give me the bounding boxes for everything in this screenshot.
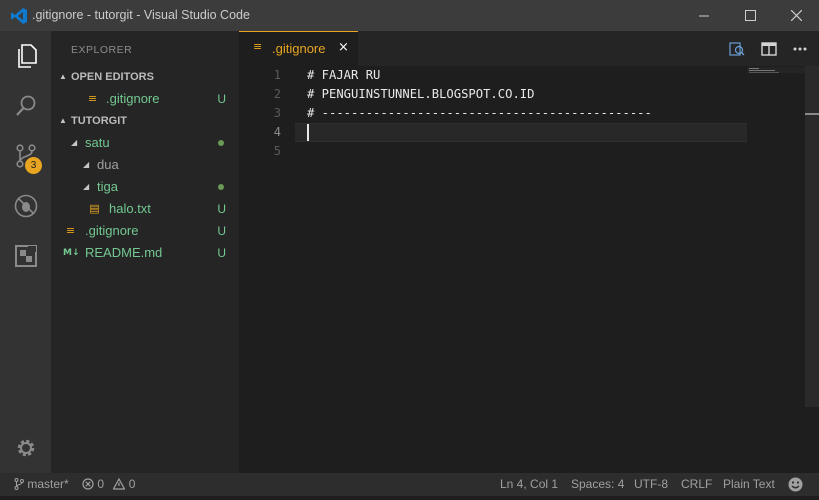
source-control-badge: 3 xyxy=(25,157,42,174)
line-number: 1 xyxy=(273,68,281,82)
tree-item-readme[interactable]: M↓ README.md U xyxy=(51,242,239,264)
search-icon xyxy=(15,95,35,116)
chevron-down-icon: ◢ xyxy=(83,160,90,169)
line-number: 2 xyxy=(273,87,281,101)
scrollbar-cursor-marker xyxy=(805,113,819,115)
debug-icon xyxy=(14,194,37,218)
git-branch-icon xyxy=(14,478,24,490)
gitignore-file-icon: ≡ xyxy=(253,40,263,53)
open-editors-section-header[interactable]: ▲ OPEN EDITORS xyxy=(51,66,239,88)
minimize-icon xyxy=(699,15,709,16)
line-number: 4 xyxy=(273,125,281,139)
tab-close-button[interactable]: × xyxy=(338,40,349,55)
line-number: 5 xyxy=(273,144,281,158)
line-number: 3 xyxy=(273,106,281,120)
chevron-down-icon: ▲ xyxy=(59,72,67,81)
activity-search[interactable] xyxy=(0,81,51,131)
indentation[interactable]: Spaces: 4 xyxy=(571,473,624,496)
settings-gear-icon xyxy=(17,439,34,457)
vscode-window: .gitignore - tutorgit - Visual Studio Co… xyxy=(0,0,819,496)
extensions-icon xyxy=(14,245,37,267)
maximize-button[interactable] xyxy=(727,0,773,31)
split-editor-button[interactable] xyxy=(758,40,780,58)
gitignore-file-icon: ≡ xyxy=(65,224,76,237)
activity-explorer[interactable] xyxy=(0,31,51,81)
activity-settings[interactable] xyxy=(0,423,51,473)
minimize-button[interactable] xyxy=(681,0,727,31)
gitignore-file-icon: ≡ xyxy=(87,92,98,105)
language-mode[interactable]: Plain Text xyxy=(723,473,775,496)
open-changes-button[interactable] xyxy=(726,40,748,58)
sidebar-title: EXPLORER xyxy=(71,44,133,56)
status-bar: master* 0 0 Ln 4, Col 1 Spaces: 4 UTF-8 … xyxy=(0,473,819,496)
minimap[interactable] xyxy=(747,67,805,73)
tree-item-halo[interactable]: ▤ halo.txt U xyxy=(51,198,239,220)
encoding[interactable]: UTF-8 xyxy=(634,473,668,496)
vscode-logo-icon xyxy=(11,8,27,24)
tree-item-gitignore[interactable]: ≡ .gitignore U xyxy=(51,220,239,242)
close-icon xyxy=(790,10,802,21)
code-line: # --------------------------------------… xyxy=(307,106,652,120)
tree-item-satu[interactable]: ◢ satu xyxy=(51,132,239,154)
text-file-icon: ▤ xyxy=(89,202,100,215)
activity-debug[interactable] xyxy=(0,181,51,231)
tree-item-dua[interactable]: ◢ dua xyxy=(51,154,239,176)
tree-item-label: satu xyxy=(85,135,110,150)
untracked-status: U xyxy=(217,246,226,260)
tab-gitignore[interactable]: ≡ .gitignore × xyxy=(239,31,358,66)
vertical-scrollbar[interactable] xyxy=(805,66,819,407)
title-bar: .gitignore - tutorgit - Visual Studio Co… xyxy=(0,0,819,31)
feedback-button[interactable] xyxy=(788,477,803,493)
branch-indicator[interactable]: master* xyxy=(14,473,69,496)
explorer-sidebar: EXPLORER ▲ OPEN EDITORS ≡ .gitignore U ▲… xyxy=(51,31,239,473)
files-icon xyxy=(17,44,37,68)
text-cursor xyxy=(307,124,309,141)
smiley-feedback-icon xyxy=(788,477,803,492)
chevron-down-icon: ◢ xyxy=(83,182,90,191)
open-editors-label: OPEN EDITORS xyxy=(71,71,154,83)
activity-extensions[interactable] xyxy=(0,231,51,281)
tree-item-label: README.md xyxy=(85,245,163,260)
modified-dot xyxy=(218,184,224,190)
untracked-status: U xyxy=(217,92,226,106)
markdown-file-icon: M↓ xyxy=(63,248,80,258)
end-of-line[interactable]: CRLF xyxy=(681,473,712,496)
tree-item-label: .gitignore xyxy=(85,223,139,238)
cursor-position[interactable]: Ln 4, Col 1 xyxy=(500,473,558,496)
chevron-down-icon: ◢ xyxy=(71,138,78,147)
folder-section-header[interactable]: ▲ TUTORGIT xyxy=(51,110,239,132)
activity-source-control[interactable] xyxy=(0,131,51,181)
folder-label: TUTORGIT xyxy=(71,115,128,127)
branch-name: master* xyxy=(27,477,69,491)
open-editor-item[interactable]: ≡ .gitignore U xyxy=(51,88,239,110)
tab-label: .gitignore xyxy=(272,41,326,56)
chevron-down-icon: ▲ xyxy=(59,116,67,125)
warning-count: 0 xyxy=(128,477,136,491)
code-line: # FAJAR RU xyxy=(307,68,381,82)
more-actions-button[interactable] xyxy=(789,40,811,58)
open-editor-label: .gitignore xyxy=(106,91,160,106)
tree-item-tiga[interactable]: ◢ tiga xyxy=(51,176,239,198)
maximize-icon xyxy=(744,10,756,21)
activity-bar: 3 xyxy=(0,31,51,473)
open-changes-icon xyxy=(729,42,745,56)
error-count: 0 xyxy=(97,477,105,491)
error-icon xyxy=(82,478,94,490)
untracked-status: U xyxy=(217,224,226,238)
more-actions-icon xyxy=(793,47,807,51)
tree-item-label: tiga xyxy=(97,179,118,194)
current-line-highlight xyxy=(295,123,747,142)
problems-indicator[interactable]: 0 0 xyxy=(82,473,135,496)
code-editor[interactable]: 1 2 3 4 5 # FAJAR RU # PENGUINSTUNNEL.BL… xyxy=(239,66,819,473)
code-line: # PENGUINSTUNNEL.BLOGSPOT.CO.ID xyxy=(307,87,535,101)
warning-icon xyxy=(112,477,126,490)
untracked-status: U xyxy=(217,202,226,216)
close-window-button[interactable] xyxy=(773,0,819,31)
split-editor-icon xyxy=(761,42,777,56)
modified-dot xyxy=(218,140,224,146)
window-title: .gitignore - tutorgit - Visual Studio Co… xyxy=(32,8,250,22)
tree-item-label: halo.txt xyxy=(109,201,151,216)
tree-item-label: dua xyxy=(97,157,119,172)
